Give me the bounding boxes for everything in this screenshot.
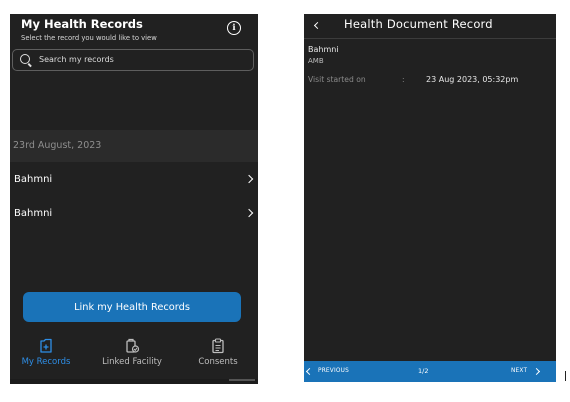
header-divider [304,38,556,39]
page-indicator: 1/2 [418,367,429,375]
visit-started-label: Visit started on [308,75,366,84]
record-label: Bahmni [14,208,53,219]
divider [229,379,255,381]
visit-started-value: 23 Aug 2023, 05:32pm [426,75,519,84]
link-health-records-button[interactable]: Link my Health Records [23,292,241,322]
page-title: My Health Records [21,17,143,31]
system-nav-strip [10,379,258,384]
facility-icon [124,338,140,358]
date-group-label: 23rd August, 2023 [13,140,102,151]
chevron-right-icon [244,208,254,218]
text-cursor [565,371,566,381]
visit-separator: : [402,75,405,84]
info-icon[interactable]: i [227,21,241,35]
health-document-record-screen: Health Document Record Bahmni AMB Visit … [304,14,556,382]
record-list-item[interactable]: Bahmni [10,203,258,227]
page-title: Health Document Record [344,17,493,31]
chevron-left-icon[interactable] [305,367,314,376]
chevron-right-icon[interactable] [532,367,541,376]
pagination-bar: PREVIOUS 1/2 NEXT [304,361,556,382]
my-health-records-screen: My Health Records Select the record you … [10,14,258,384]
provider-type: AMB [308,57,324,65]
page-subtitle: Select the record you would like to view [21,34,157,42]
nav-tab-my-records[interactable]: My Records [10,334,86,374]
search-icon [20,54,30,64]
record-list-item[interactable]: Bahmni [10,169,258,193]
nav-label: My Records [21,357,71,367]
date-group-header: 23rd August, 2023 [10,130,258,162]
nav-tab-linked-facility[interactable]: Linked Facility [92,334,172,374]
record-label: Bahmni [14,174,53,185]
next-button[interactable]: NEXT [511,368,527,374]
search-bar[interactable] [12,49,254,71]
chevron-right-icon [244,174,254,184]
provider-name: Bahmni [308,45,339,54]
consents-icon [211,338,225,358]
records-icon [39,338,53,358]
search-input[interactable] [39,51,239,68]
nav-label: Linked Facility [102,357,162,367]
previous-button[interactable]: PREVIOUS [318,368,349,374]
nav-tab-consents[interactable]: Consents [178,334,258,374]
nav-label: Consents [198,357,238,367]
back-arrow-icon[interactable] [313,21,322,30]
